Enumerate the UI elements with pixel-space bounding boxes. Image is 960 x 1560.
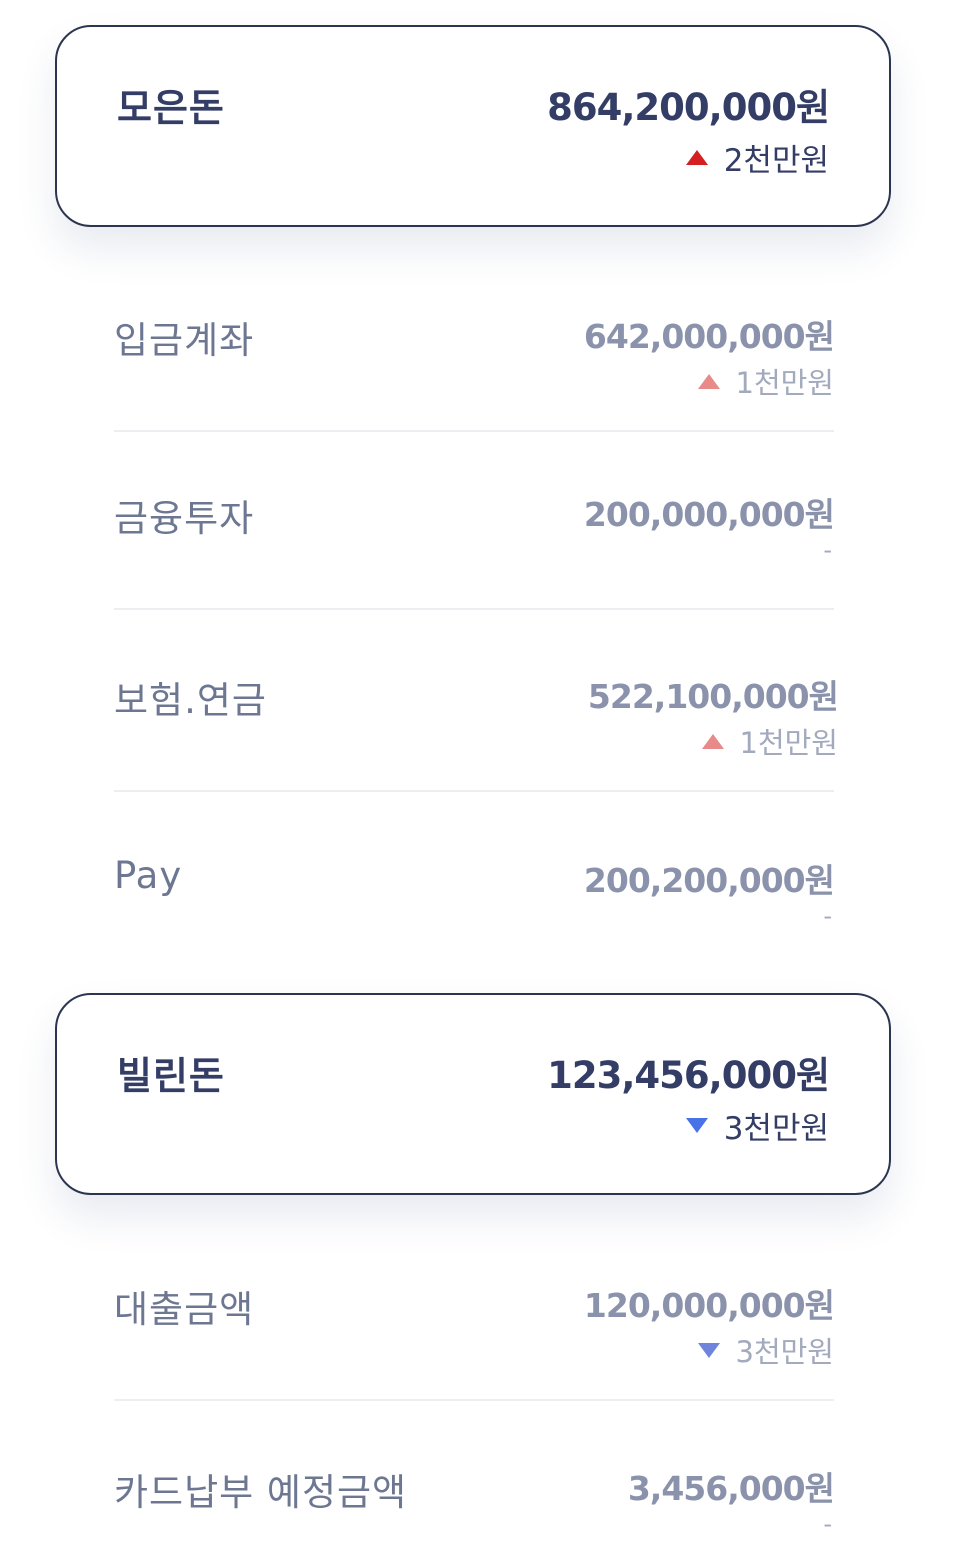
asset-item-insurance-pension[interactable]: 보험.연금 522,100,000원 1천만원 [114, 640, 839, 792]
asset-item-label: 보험.연금 [114, 679, 267, 722]
asset-item-change-value: 1천만원 [735, 366, 835, 400]
asset-item-label: 입금계좌 [114, 319, 255, 362]
triangle-up-icon [697, 373, 720, 389]
triangle-down-icon [685, 1118, 708, 1133]
triangle-up-icon [685, 150, 708, 165]
triangle-down-icon [697, 1342, 720, 1358]
asset-item-deposit-accounts[interactable]: 입금계좌 642,000,000원 1천만원 [114, 280, 835, 432]
debts-change-value: 3천만원 [723, 1111, 829, 1147]
debt-item-loan-amount[interactable]: 대출금액 120,000,000원 3천만원 [114, 1249, 835, 1401]
asset-item-amount: 200,000,000원 [583, 495, 835, 534]
asset-item-change: 1천만원 [697, 360, 835, 402]
asset-item-amount: 200,200,000원 [583, 861, 835, 900]
assets-change: 2천만원 [685, 135, 829, 180]
triangle-up-icon [701, 733, 724, 749]
asset-item-label: Pay [114, 854, 183, 897]
debts-summary-card[interactable]: 빌린돈 123,456,000원 3천만원 [55, 993, 891, 1195]
assets-title: 모은돈 [117, 86, 225, 130]
debt-item-label: 대출금액 [114, 1288, 255, 1331]
asset-item-amount: 642,000,000원 [583, 317, 835, 356]
asset-item-financial-investment[interactable]: 금융투자 200,000,000원 - [114, 458, 835, 610]
asset-item-label: 금융투자 [114, 497, 255, 540]
debts-change: 3천만원 [685, 1103, 829, 1148]
debt-item-amount: 3,456,000원 [627, 1469, 835, 1508]
asset-summary-screen: 모은돈 864,200,000원 2천만원 입금계좌 642,000,000원 … [0, 0, 960, 1560]
asset-item-pay[interactable]: Pay 200,200,000원 - [114, 824, 835, 974]
asset-item-change: 1천만원 [701, 720, 839, 762]
debt-item-amount: 120,000,000원 [583, 1286, 835, 1325]
debt-item-change-value: 3천만원 [735, 1335, 835, 1369]
assets-summary-card[interactable]: 모은돈 864,200,000원 2천만원 [55, 25, 891, 227]
debt-item-card-payment-due[interactable]: 카드납부 예정금액 3,456,000원 - [114, 1432, 835, 1560]
debts-total-amount: 123,456,000원 [547, 1054, 830, 1097]
asset-item-change-value: 1천만원 [739, 726, 839, 760]
assets-change-value: 2천만원 [723, 143, 829, 179]
asset-item-amount: 522,100,000원 [587, 677, 839, 716]
debt-item-change-none: - [823, 1510, 832, 1538]
asset-item-change-none: - [823, 902, 832, 930]
asset-item-change-none: - [823, 536, 832, 564]
debt-item-label: 카드납부 예정금액 [114, 1471, 408, 1514]
assets-total-amount: 864,200,000원 [547, 86, 830, 129]
debt-item-change: 3천만원 [697, 1329, 835, 1371]
debts-title: 빌린돈 [117, 1054, 225, 1098]
